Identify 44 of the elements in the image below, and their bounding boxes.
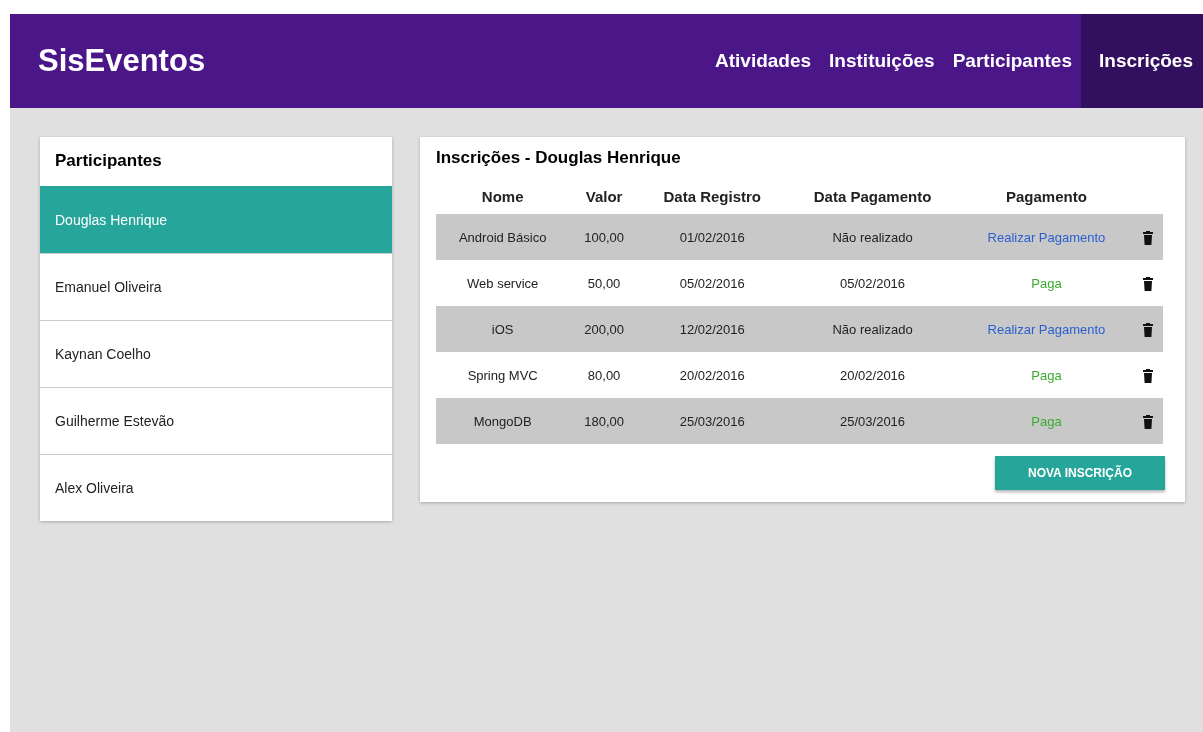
table-cell: Não realizado xyxy=(785,306,960,352)
table-cell: Não realizado xyxy=(785,214,960,260)
trash-icon[interactable] xyxy=(1143,322,1154,337)
trash-icon[interactable] xyxy=(1143,276,1154,291)
table-cell: 50,00 xyxy=(569,260,639,306)
trash-icon[interactable] xyxy=(1143,414,1154,429)
table-cell: 25/03/2016 xyxy=(785,398,960,444)
trash-icon[interactable] xyxy=(1143,368,1154,383)
column-header: Nome xyxy=(436,178,570,214)
participant-item[interactable]: Emanuel Oliveira xyxy=(40,253,392,320)
table-cell: 05/02/2016 xyxy=(638,260,786,306)
table-cell: Spring MVC xyxy=(436,352,570,398)
table-cell: Android Básico xyxy=(436,214,570,260)
card-title: Inscrições - Douglas Henrique xyxy=(436,148,682,168)
table-cell: iOS xyxy=(436,306,570,352)
table-cell: 01/02/2016 xyxy=(638,214,786,260)
trash-icon[interactable] xyxy=(1143,230,1154,245)
table-cell: 25/03/2016 xyxy=(638,398,786,444)
nav-link[interactable]: Instituições xyxy=(820,14,944,108)
column-header: Valor xyxy=(569,178,639,214)
nav-link[interactable]: Inscrições xyxy=(1081,14,1203,108)
table-cell: 12/02/2016 xyxy=(638,306,786,352)
nav-link[interactable]: Atividades xyxy=(706,14,821,108)
participant-item[interactable]: Alex Oliveira xyxy=(40,454,392,521)
table-cell: 20/02/2016 xyxy=(785,352,960,398)
column-header: Data Pagamento xyxy=(785,178,960,214)
table-cell: 20/02/2016 xyxy=(638,352,786,398)
participant-item[interactable]: Guilherme Estevão xyxy=(40,387,392,454)
paid-status: Paga xyxy=(1031,367,1062,383)
table-cell: 80,00 xyxy=(569,352,639,398)
table-cell: 100,00 xyxy=(569,214,639,260)
brand-title: SisEventos xyxy=(38,43,206,79)
table-cell: Web service xyxy=(436,260,570,306)
table-cell: 180,00 xyxy=(569,398,639,444)
column-header: Pagamento xyxy=(959,178,1134,214)
paid-status: Paga xyxy=(1031,413,1062,429)
card-title: Participantes xyxy=(54,150,163,172)
table-cell: 200,00 xyxy=(569,306,639,352)
nav-link[interactable]: Participantes xyxy=(943,14,1081,108)
table-cell: MongoDB xyxy=(436,398,570,444)
table-cell: 05/02/2016 xyxy=(785,260,960,306)
paid-status: Paga xyxy=(1031,275,1062,291)
column-header: Data Registro xyxy=(638,178,786,214)
participant-item[interactable]: Kaynan Coelho xyxy=(40,320,392,387)
